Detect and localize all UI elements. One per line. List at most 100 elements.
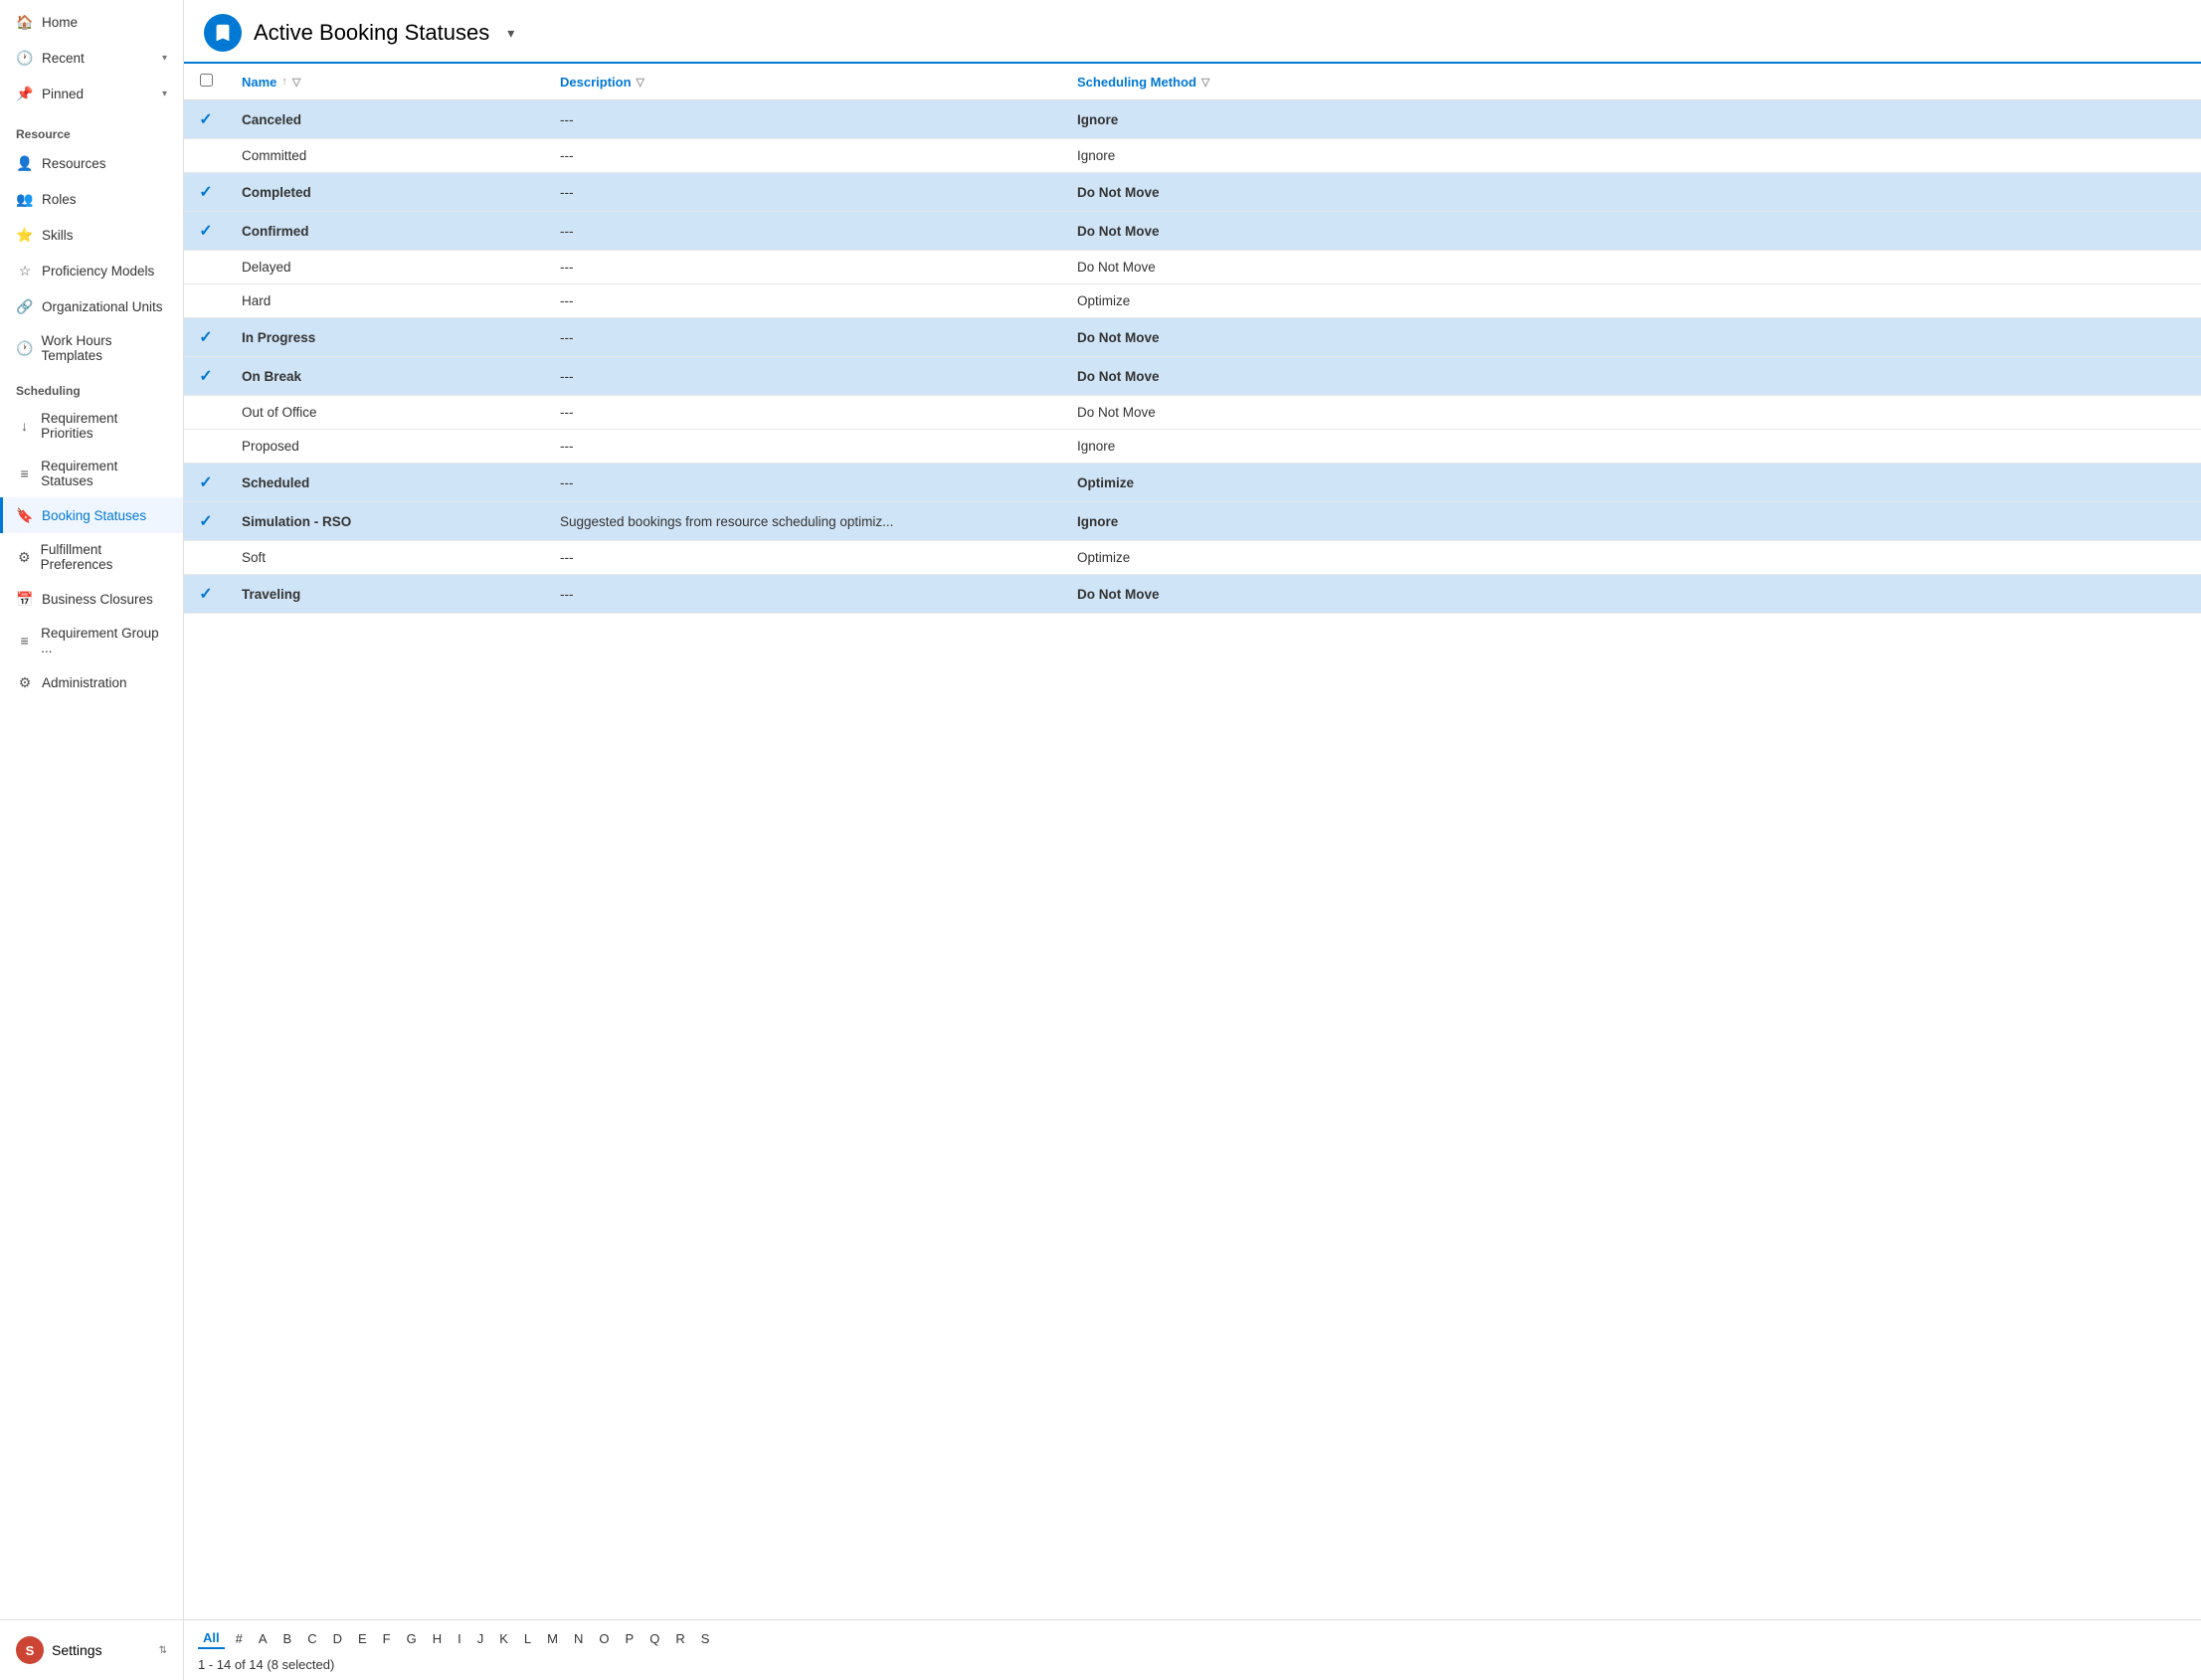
row-name-cell[interactable]: Committed: [228, 139, 546, 173]
alpha-nav-letter[interactable]: A: [254, 1629, 273, 1648]
row-name-link[interactable]: Confirmed: [242, 224, 309, 239]
row-check-cell[interactable]: [184, 139, 228, 173]
method-filter-icon[interactable]: ▽: [1201, 76, 1209, 89]
row-name-link[interactable]: Canceled: [242, 112, 301, 127]
row-name-cell[interactable]: Completed: [228, 173, 546, 212]
table-row[interactable]: ✓Canceled---Ignore: [184, 100, 2201, 139]
sidebar-item-administration[interactable]: ⚙ Administration: [0, 664, 183, 700]
row-name-cell[interactable]: Out of Office: [228, 396, 546, 430]
row-name-cell[interactable]: Canceled: [228, 100, 546, 139]
row-name-cell[interactable]: Hard: [228, 284, 546, 318]
alpha-nav-letter[interactable]: D: [328, 1629, 347, 1648]
alpha-nav-letter[interactable]: G: [402, 1629, 422, 1648]
sidebar-item-pinned[interactable]: 📌 Pinned ▾: [0, 76, 183, 111]
alpha-nav-letter[interactable]: E: [353, 1629, 372, 1648]
row-name-link[interactable]: In Progress: [242, 330, 315, 345]
row-check-cell[interactable]: ✓: [184, 464, 228, 502]
row-name-cell[interactable]: Delayed: [228, 251, 546, 284]
alpha-nav-letter[interactable]: P: [621, 1629, 640, 1648]
sidebar-item-proficiency-models[interactable]: ☆ Proficiency Models: [0, 253, 183, 288]
row-name-link[interactable]: Completed: [242, 185, 311, 200]
col-header-scheduling-method[interactable]: Scheduling Method ▽: [1063, 64, 2201, 100]
row-name-cell[interactable]: Scheduled: [228, 464, 546, 502]
alpha-nav-letter[interactable]: H: [428, 1629, 447, 1648]
row-name-cell[interactable]: On Break: [228, 357, 546, 396]
row-name-link[interactable]: Delayed: [242, 260, 291, 275]
table-row[interactable]: ✓Traveling---Do Not Move: [184, 575, 2201, 614]
table-row[interactable]: ✓Simulation - RSOSuggested bookings from…: [184, 502, 2201, 541]
sidebar-item-skills[interactable]: ⭐ Skills: [0, 217, 183, 253]
col-header-description[interactable]: Description ▽: [546, 64, 1063, 100]
row-check-cell[interactable]: ✓: [184, 100, 228, 139]
row-name-link[interactable]: Scheduled: [242, 475, 309, 490]
sidebar-item-requirement-statuses[interactable]: ≡ Requirement Statuses: [0, 450, 183, 497]
row-check-cell[interactable]: ✓: [184, 212, 228, 251]
row-name-link[interactable]: Committed: [242, 148, 306, 163]
row-name-link[interactable]: On Break: [242, 369, 301, 384]
row-check-cell[interactable]: [184, 396, 228, 430]
sidebar-item-requirement-group[interactable]: ≡ Requirement Group ...: [0, 617, 183, 664]
col-header-check[interactable]: [184, 64, 228, 100]
sidebar-item-work-hours-templates[interactable]: 🕐 Work Hours Templates: [0, 324, 183, 372]
row-name-link[interactable]: Proposed: [242, 439, 299, 454]
sidebar-item-home[interactable]: 🏠 Home: [0, 4, 183, 40]
alpha-nav-letter[interactable]: C: [302, 1629, 321, 1648]
table-row[interactable]: Out of Office---Do Not Move: [184, 396, 2201, 430]
row-check-cell[interactable]: [184, 541, 228, 575]
row-name-cell[interactable]: Traveling: [228, 575, 546, 614]
alpha-nav-letter[interactable]: All: [198, 1628, 225, 1649]
name-filter-icon[interactable]: ▽: [292, 76, 300, 89]
row-check-cell[interactable]: [184, 284, 228, 318]
alpha-nav-letter[interactable]: #: [231, 1629, 248, 1648]
row-check-cell[interactable]: [184, 251, 228, 284]
page-title-chevron-icon[interactable]: ▾: [507, 25, 514, 42]
table-row[interactable]: Hard---Optimize: [184, 284, 2201, 318]
row-name-cell[interactable]: In Progress: [228, 318, 546, 357]
row-check-cell[interactable]: ✓: [184, 318, 228, 357]
sidebar-item-booking-statuses[interactable]: 🔖 Booking Statuses: [0, 497, 183, 533]
alpha-nav-letter[interactable]: B: [278, 1629, 297, 1648]
row-name-link[interactable]: Out of Office: [242, 405, 317, 420]
sidebar-item-organizational-units[interactable]: 🔗 Organizational Units: [0, 288, 183, 324]
table-row[interactable]: ✓Confirmed---Do Not Move: [184, 212, 2201, 251]
row-name-cell[interactable]: Soft: [228, 541, 546, 575]
settings-item[interactable]: S Settings ⇅: [0, 1628, 183, 1672]
desc-filter-icon[interactable]: ▽: [637, 76, 644, 89]
table-row[interactable]: Proposed---Ignore: [184, 430, 2201, 464]
table-row[interactable]: ✓Completed---Do Not Move: [184, 173, 2201, 212]
alpha-nav-letter[interactable]: Q: [644, 1629, 664, 1648]
alpha-nav-letter[interactable]: F: [378, 1629, 396, 1648]
row-name-cell[interactable]: Proposed: [228, 430, 546, 464]
row-name-link[interactable]: Soft: [242, 550, 266, 565]
table-row[interactable]: Committed---Ignore: [184, 139, 2201, 173]
row-check-cell[interactable]: ✓: [184, 173, 228, 212]
alpha-nav-letter[interactable]: S: [696, 1629, 715, 1648]
row-name-cell[interactable]: Simulation - RSO: [228, 502, 546, 541]
alpha-nav-letter[interactable]: I: [453, 1629, 466, 1648]
row-check-cell[interactable]: [184, 430, 228, 464]
alpha-nav-letter[interactable]: R: [670, 1629, 689, 1648]
row-check-cell[interactable]: ✓: [184, 357, 228, 396]
alpha-nav-letter[interactable]: L: [519, 1629, 536, 1648]
sidebar-item-requirement-priorities[interactable]: ↓ Requirement Priorities: [0, 402, 183, 450]
alpha-nav-letter[interactable]: J: [472, 1629, 489, 1648]
alpha-nav-letter[interactable]: K: [494, 1629, 513, 1648]
alpha-nav-letter[interactable]: N: [569, 1629, 588, 1648]
select-all-checkbox[interactable]: [200, 74, 213, 87]
table-row[interactable]: Delayed---Do Not Move: [184, 251, 2201, 284]
table-row[interactable]: ✓On Break---Do Not Move: [184, 357, 2201, 396]
sidebar-item-resources[interactable]: 👤 Resources: [0, 145, 183, 181]
name-sort-icon[interactable]: ↑: [281, 76, 287, 88]
table-row[interactable]: Soft---Optimize: [184, 541, 2201, 575]
col-header-name[interactable]: Name ↑ ▽: [228, 64, 546, 100]
table-row[interactable]: ✓In Progress---Do Not Move: [184, 318, 2201, 357]
alpha-nav-letter[interactable]: O: [594, 1629, 614, 1648]
row-check-cell[interactable]: ✓: [184, 502, 228, 541]
sidebar-item-business-closures[interactable]: 📅 Business Closures: [0, 581, 183, 617]
sidebar-item-roles[interactable]: 👥 Roles: [0, 181, 183, 217]
table-row[interactable]: ✓Scheduled---Optimize: [184, 464, 2201, 502]
alpha-nav-letter[interactable]: M: [542, 1629, 563, 1648]
sidebar-item-fulfillment-preferences[interactable]: ⚙ Fulfillment Preferences: [0, 533, 183, 581]
row-check-cell[interactable]: ✓: [184, 575, 228, 614]
row-name-cell[interactable]: Confirmed: [228, 212, 546, 251]
